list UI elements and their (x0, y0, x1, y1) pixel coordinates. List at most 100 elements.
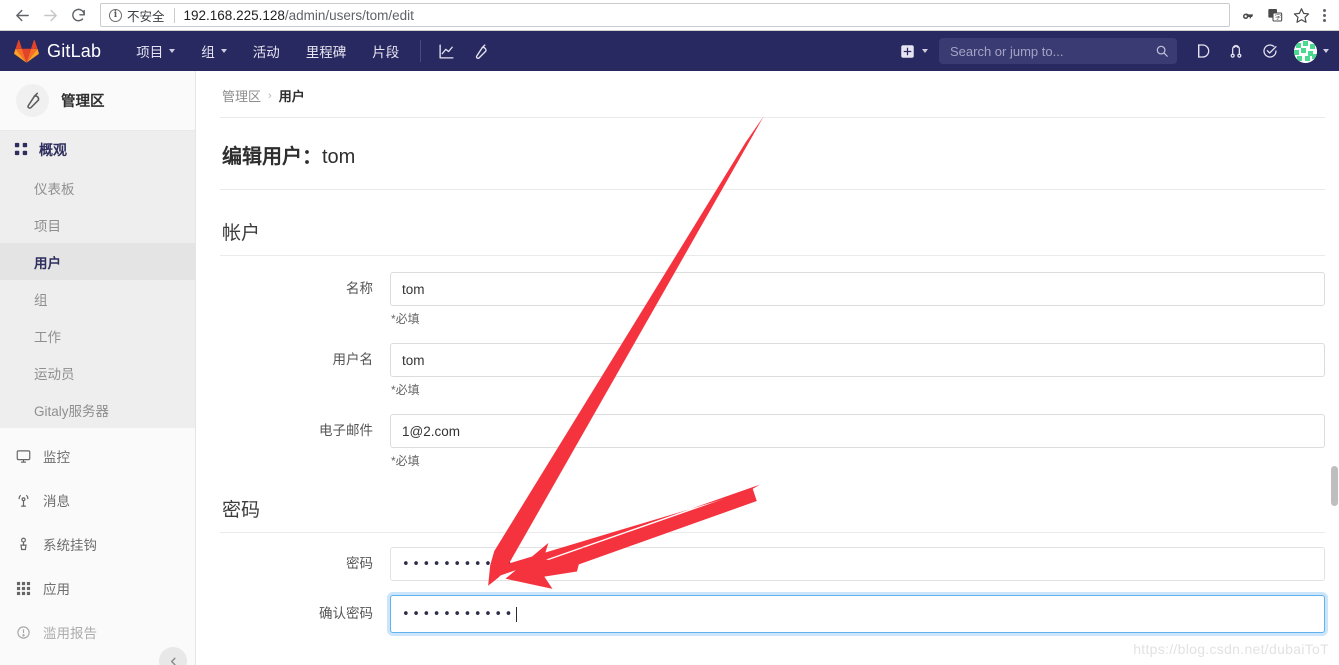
field-label-name: 名称 (346, 281, 373, 296)
wrench-icon[interactable] (463, 31, 497, 71)
nav-item-groups[interactable]: 组 (188, 31, 240, 71)
url-divider (173, 7, 175, 23)
field-hint-name: *必填 (391, 312, 420, 326)
merge-request-icon[interactable] (1219, 31, 1253, 71)
gitlab-home-link[interactable]: GitLab (14, 39, 101, 63)
kebab-menu-icon[interactable] (1314, 8, 1331, 22)
sidebar-item-groups[interactable]: 组 (0, 280, 195, 317)
chevron-down-icon (220, 49, 227, 53)
sidebar-item-runners[interactable]: 运动员 (0, 354, 195, 391)
todo-check-icon[interactable] (1253, 31, 1287, 71)
navbar-divider (420, 40, 422, 62)
navbar-right: Search or jump to... (896, 31, 1329, 71)
sidebar-item-jobs[interactable]: 工作 (0, 317, 195, 354)
sidebar-overview-label: 概观 (39, 142, 67, 158)
sidebar-section-label: 监控 (43, 450, 70, 465)
forward-arrow-icon (36, 1, 64, 29)
sidebar-item-projects[interactable]: 项目 (0, 206, 195, 243)
sidebar-item-messages[interactable]: 消息 (0, 478, 195, 522)
sidebar-section-label: 应用 (43, 582, 70, 597)
field-label-password: 密码 (346, 556, 373, 571)
breadcrumb: 管理区 › 用户 (220, 71, 1325, 118)
field-row-password-confirm: 确认密码 ••••••••••• (220, 595, 1325, 633)
back-arrow-icon[interactable] (8, 1, 36, 29)
nav-item-label: 片段 (372, 45, 400, 60)
avatar-identicon (1294, 39, 1317, 63)
create-new-button[interactable] (896, 31, 937, 71)
main-content: 管理区 › 用户 编辑用户：tom 帐户 名称 *必填 用户名 *必填 电子邮件 (196, 71, 1339, 665)
nav-item-label: 活动 (252, 45, 280, 60)
chevron-down-icon (922, 49, 928, 53)
plus-square-icon (901, 44, 914, 58)
grid-dots-icon (14, 142, 28, 159)
password-confirm-masked-value: ••••••••••• (402, 606, 515, 622)
sidebar-sub-label: Gitaly服务器 (34, 403, 110, 419)
breadcrumb-current: 用户 (278, 89, 305, 104)
gitlab-brand-text: GitLab (47, 40, 102, 61)
key-icon[interactable] (1236, 2, 1262, 28)
security-label: 不安全 (127, 9, 165, 24)
address-bar[interactable]: i 不安全 192.168.225.128/admin/users/tom/ed… (100, 3, 1230, 27)
email-input[interactable] (390, 414, 1325, 448)
sidebar-item-overview[interactable]: 概观 (0, 131, 195, 169)
sidebar-section-label: 消息 (43, 494, 70, 509)
sidebar-item-users[interactable]: 用户 (0, 243, 195, 280)
sidebar-item-dashboard[interactable]: 仪表板 (0, 169, 195, 206)
browser-toolbar: i 不安全 192.168.225.128/admin/users/tom/ed… (0, 0, 1339, 31)
field-control-password: ••••••••••• (390, 547, 1325, 581)
field-row-username: 用户名 *必填 (220, 343, 1325, 398)
search-placeholder: Search or jump to... (950, 43, 1064, 59)
nav-item-projects[interactable]: 项目 (123, 31, 188, 71)
password-input[interactable]: ••••••••••• (390, 547, 1325, 581)
field-label-password-confirm: 确认密码 (319, 606, 373, 621)
report-icon (14, 625, 32, 640)
reload-icon[interactable] (64, 1, 92, 29)
watermark-text: https://blog.csdn.net/dubaiToT (1133, 641, 1329, 657)
apps-grid-icon (14, 581, 32, 596)
field-control-email: *必填 (390, 414, 1325, 469)
field-hint-email: *必填 (391, 454, 420, 468)
field-control-name: *必填 (390, 272, 1325, 327)
page-body: 管理区 概观 仪表板 项目 用户 组 工作 运动员 Gitaly服务器 监控 消… (0, 71, 1339, 665)
field-row-name: 名称 *必填 (220, 272, 1325, 327)
password-masked-value: ••••••••••• (402, 556, 515, 572)
nav-item-label: 项目 (136, 45, 164, 60)
chevron-down-icon (169, 49, 176, 53)
chevron-down-icon[interactable] (1323, 49, 1329, 53)
url-host: 192.168.225.128 (183, 7, 285, 23)
user-avatar[interactable] (1294, 39, 1317, 63)
sidebar-header[interactable]: 管理区 (0, 71, 195, 131)
sidebar-item-system-hooks[interactable]: 系统挂钩 (0, 522, 195, 566)
admin-sidebar: 管理区 概观 仪表板 项目 用户 组 工作 运动员 Gitaly服务器 监控 消… (0, 71, 196, 665)
sidebar-sub-label: 组 (34, 292, 48, 308)
breadcrumb-root[interactable]: 管理区 (222, 86, 261, 105)
sidebar-item-applications[interactable]: 应用 (0, 566, 195, 610)
search-input[interactable]: Search or jump to... (939, 38, 1177, 64)
sidebar-sub-label: 用户 (34, 255, 61, 271)
chart-icon[interactable] (429, 31, 463, 71)
translate-icon[interactable]: 字 (1262, 2, 1288, 28)
wrench-icon (16, 84, 49, 117)
sidebar-item-abuse-reports[interactable]: 滥用报告 (0, 610, 195, 654)
navbar-links: 项目 组 活动 里程碑 片段 (123, 31, 497, 71)
sidebar-item-gitaly-servers[interactable]: Gitaly服务器 (0, 391, 195, 428)
nav-item-snippets[interactable]: 片段 (359, 31, 412, 71)
sidebar-sub-label: 工作 (34, 329, 61, 345)
star-icon[interactable] (1288, 2, 1314, 28)
field-label-username: 用户名 (332, 352, 374, 367)
page-scrollbar[interactable] (1331, 71, 1339, 665)
nav-item-milestones[interactable]: 里程碑 (293, 31, 360, 71)
scrollbar-thumb[interactable] (1331, 466, 1338, 506)
password-confirm-input[interactable]: ••••••••••• (390, 595, 1325, 633)
sidebar-sub-label: 运动员 (34, 366, 75, 382)
sidebar-item-monitoring[interactable]: 监控 (0, 434, 195, 478)
issues-icon[interactable] (1185, 31, 1219, 71)
nav-item-activity[interactable]: 活动 (240, 31, 293, 71)
field-control-password-confirm: ••••••••••• (390, 595, 1325, 633)
name-input[interactable] (390, 272, 1325, 306)
username-input[interactable] (390, 343, 1325, 377)
sidebar-section-label: 滥用报告 (43, 626, 97, 641)
sidebar-section-label: 系统挂钩 (43, 538, 97, 553)
account-section-heading: 帐户 (220, 190, 1325, 256)
site-info-icon[interactable]: i (109, 8, 122, 22)
